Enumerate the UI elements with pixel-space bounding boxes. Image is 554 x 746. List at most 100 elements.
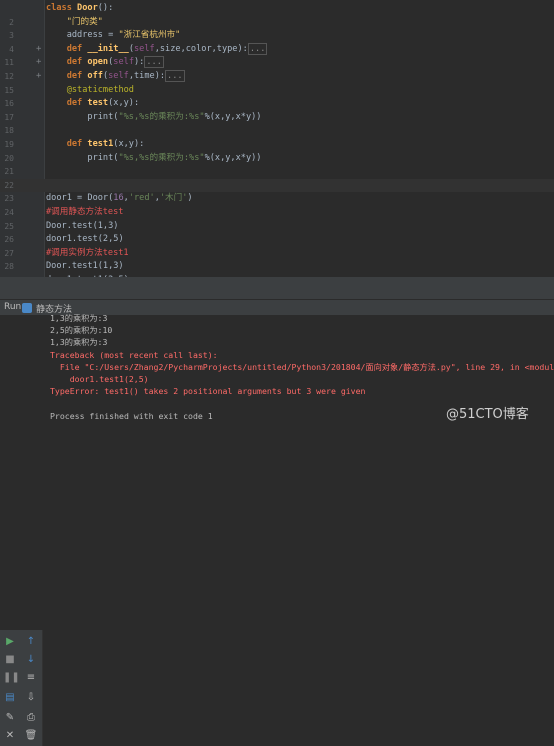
code-text: Door.test1(1,3) (46, 260, 124, 274)
print-icon[interactable]: ⎙ (24, 712, 38, 724)
code-text: door1.test(2,5) (46, 233, 124, 247)
code-line[interactable]: 26 door1.test(2,5) (0, 233, 554, 247)
console-line: 1,3的乘积为:3 (50, 337, 108, 348)
code-token: '木门' (159, 193, 188, 204)
code-text: def off(self,time):... (46, 70, 185, 84)
pin-icon[interactable]: ✎ (3, 712, 17, 724)
code-line[interactable]: 21 (0, 165, 554, 179)
code-text: def test1(x,y): (46, 138, 145, 152)
code-line[interactable]: 28 Door.test1(1,3) (0, 260, 554, 274)
run-toolbar-secondary: ↑ ↓ ≡ ⇩ ⎙ 🗑 (20, 630, 43, 746)
code-line[interactable]: 27 #调用实例方法test1 (0, 247, 554, 261)
code-token: 16 (113, 193, 124, 204)
code-line[interactable]: 23 door1 = Door(16,'red','木门') (0, 192, 554, 206)
code-token: def (66, 98, 88, 109)
code-token: (x,y): (108, 98, 140, 109)
console-line: door1.test1(2,5) (50, 374, 149, 384)
code-token: "门的类" (66, 16, 103, 27)
code-line[interactable]: class Door(): (0, 2, 554, 16)
code-line[interactable]: 11 + def open(self):... (0, 56, 554, 70)
code-token: address = (46, 30, 119, 41)
line-number: 22 (4, 180, 14, 190)
code-token: "浙江省杭州市" (118, 30, 181, 41)
code-text: Door.test(1,3) (46, 220, 118, 234)
code-line[interactable]: 4 + def __init__(self,size,color,type):..… (0, 42, 554, 57)
code-line[interactable]: 20 print("%s,%s的乘积为:%s"%(x,y,x*y)) (0, 152, 554, 166)
line-number: 17 (4, 112, 14, 122)
fold-expand-icon[interactable]: + (36, 43, 41, 57)
code-token: def (66, 71, 88, 81)
run-tab[interactable]: Run (4, 302, 21, 312)
code-line[interactable]: 24 #调用静态方法test (0, 206, 554, 220)
folded-code-placeholder[interactable]: ... (247, 42, 268, 55)
code-token: Door (77, 3, 98, 13)
code-token: ) (187, 193, 193, 204)
dump-threads-icon[interactable]: ▤ (3, 692, 17, 704)
code-token: door1.test( (46, 234, 103, 245)
code-line[interactable]: 22 (0, 178, 554, 193)
up-arrow-icon[interactable]: ↑ (24, 636, 38, 648)
code-line[interactable]: 2 "门的类" (0, 16, 554, 30)
fold-expand-icon[interactable]: + (36, 56, 41, 70)
line-number: 15 (4, 85, 14, 95)
code-token: %(x,y,x*y)) (204, 111, 262, 122)
code-token: class (46, 3, 78, 13)
soft-wrap-icon[interactable]: ≡ (24, 672, 38, 684)
code-token: self (134, 43, 155, 54)
code-line[interactable]: 25 Door.test(1,3) (0, 220, 554, 234)
line-number: 25 (4, 221, 14, 231)
line-number: 21 (4, 167, 14, 177)
code-editor[interactable]: class Door(): 2 "门的类" 3 address = "浙江省杭州市"… (0, 0, 554, 277)
code-token: (): (97, 3, 114, 13)
editor-bottom-area (0, 277, 554, 299)
code-text: def __init__(self,size,color,type):... (46, 42, 268, 57)
code-token: "%s,%s的乘积为:%s" (118, 111, 205, 122)
code-token: Door.test1(1,3) (46, 261, 124, 272)
code-line[interactable]: 17 print("%s,%s的乘积为:%s"%(x,y,x*y)) (0, 111, 554, 125)
rerun-icon[interactable]: ▶ (3, 636, 17, 648)
code-line[interactable]: 3 address = "浙江省杭州市" (0, 29, 554, 43)
down-arrow-icon[interactable]: ↓ (24, 654, 38, 666)
code-line[interactable]: 18 (0, 124, 554, 138)
code-token: def (66, 43, 88, 54)
code-token: __init__ (87, 43, 129, 54)
console-line: Traceback (most recent call last): (50, 349, 218, 360)
code-token: self (108, 71, 129, 81)
code-line[interactable]: 12 + def off(self,time):... (0, 70, 554, 84)
code-token: open (87, 57, 109, 68)
folded-code-placeholder[interactable]: ... (144, 56, 164, 69)
code-token: ,time): (128, 71, 166, 81)
code-token: off (87, 71, 103, 81)
close-icon[interactable]: ✕ (3, 730, 17, 742)
code-token: def (66, 139, 88, 149)
code-token: test (87, 98, 109, 109)
code-token: ,size,color,type): (154, 43, 248, 54)
folded-code-placeholder[interactable]: ... (165, 70, 185, 82)
code-token: Door.test(1,3) (46, 220, 119, 231)
code-token: 'red' (128, 193, 155, 204)
code-token: @staticmethod (66, 84, 134, 95)
code-line[interactable]: 16 def test(x,y): (0, 97, 554, 111)
scroll-to-end-icon[interactable]: ⇩ (24, 692, 38, 704)
code-text: #调用实例方法test1 (46, 247, 129, 261)
code-line[interactable]: 19 def test1(x,y): (0, 138, 554, 152)
line-number: 26 (4, 235, 14, 245)
line-number: 2 (9, 17, 14, 27)
trash-icon[interactable]: 🗑 (24, 730, 38, 742)
line-number: 27 (4, 248, 14, 258)
pause-icon[interactable]: ❚❚ (3, 672, 20, 684)
console-line: 2,5的乘积为:10 (50, 325, 113, 336)
stop-icon[interactable]: ■ (3, 654, 17, 666)
code-line[interactable]: 15 @staticmethod (0, 84, 554, 98)
code-token: self (113, 57, 134, 68)
code-token: 2,5 (102, 234, 119, 245)
code-text: print("%s,%s的乘积为:%s"%(x,y,x*y)) (46, 152, 261, 166)
line-number: 24 (4, 208, 14, 217)
fold-expand-icon[interactable]: + (36, 70, 41, 84)
code-token: ) (118, 234, 124, 245)
